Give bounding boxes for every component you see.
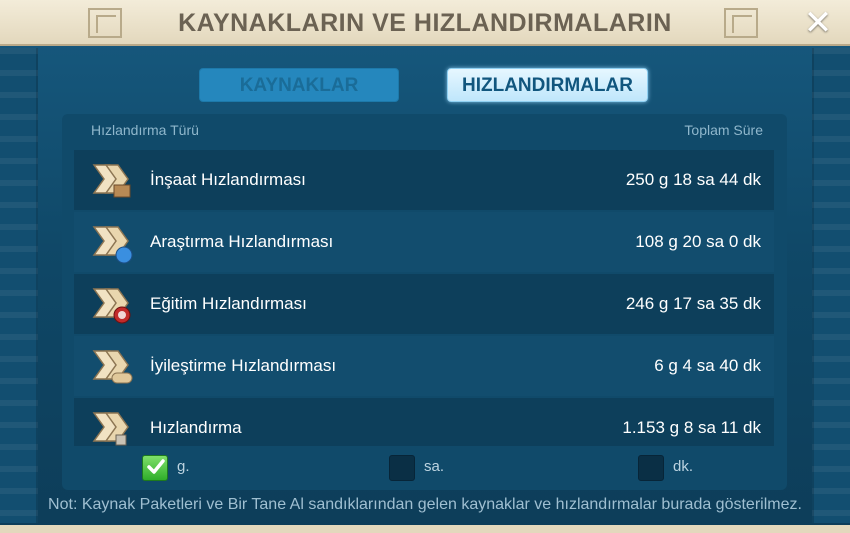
- list-item: İyileştirme Hızlandırması 6 g 4 sa 40 dk: [74, 336, 774, 396]
- speedup-total: 1.153 g 8 sa 11 dk: [622, 418, 761, 437]
- title-bar: KAYNAKLARIN VE HIZLANDIRMALARIN: [0, 0, 850, 46]
- speedup-total: 6 g 4 sa 40 dk: [654, 356, 761, 375]
- speedup-total: 108 g 20 sa 0 dk: [635, 232, 761, 251]
- column-header-total: Toplam Süre: [684, 122, 763, 138]
- training-speedup-icon: [92, 288, 131, 324]
- column-header-type: Hızlandırma Türü: [91, 122, 199, 138]
- unit-days-label: g.: [177, 458, 190, 475]
- tab-resources[interactable]: KAYNAKLAR: [199, 68, 399, 102]
- unit-minutes-label: dk.: [673, 458, 694, 475]
- right-border-ornament: [812, 48, 850, 523]
- healing-speedup-icon: [92, 350, 133, 384]
- research-speedup-icon: [92, 226, 133, 264]
- unit-minutes-checkbox[interactable]: [638, 455, 664, 481]
- unit-hours-checkbox[interactable]: [389, 455, 415, 481]
- unit-hours-label: sa.: [424, 458, 445, 475]
- footnote: Not: Kaynak Paketleri ve Bir Tane Al san…: [48, 496, 802, 513]
- resources-speedups-window: KAYNAKLARIN VE HIZLANDIRMALARIN ✕ KAYNAK…: [0, 0, 850, 533]
- list-item: İnşaat Hızlandırması 250 g 18 sa 44 dk: [74, 150, 774, 210]
- speedup-name: Eğitim Hızlandırması: [150, 294, 307, 313]
- speedup-name: İyileştirme Hızlandırması: [150, 356, 337, 375]
- construction-speedup-icon: [92, 164, 131, 198]
- universal-speedup-icon: [92, 412, 129, 446]
- left-border-ornament: [0, 48, 38, 523]
- speedup-name: Hızlandırma: [150, 418, 242, 437]
- unit-days-checkbox[interactable]: [142, 455, 168, 481]
- tab-speedups[interactable]: HIZLANDIRMALAR: [447, 68, 648, 102]
- bottom-frame-edge: [0, 525, 850, 533]
- speedup-total: 246 g 17 sa 35 dk: [625, 294, 761, 313]
- list-item: Araştırma Hızlandırması 108 g 20 sa 0 dk: [74, 212, 774, 272]
- list-item: Eğitim Hızlandırması 246 g 17 sa 35 dk: [74, 274, 774, 334]
- window-title: KAYNAKLARIN VE HIZLANDIRMALARIN: [178, 9, 672, 37]
- speedup-name: İnşaat Hızlandırması: [150, 170, 306, 189]
- close-button[interactable]: ✕: [800, 6, 836, 42]
- speedup-list[interactable]: İnşaat Hızlandırması 250 g 18 sa 44 dk A…: [74, 150, 774, 446]
- speedup-total: 250 g 18 sa 44 dk: [625, 170, 761, 189]
- checkmark-icon: [147, 459, 165, 474]
- speedup-name: Araştırma Hızlandırması: [150, 232, 334, 251]
- list-item: Hızlandırma 1.153 g 8 sa 11 dk: [74, 398, 774, 446]
- left-title-ornament: [88, 8, 122, 38]
- right-title-ornament: [724, 8, 758, 38]
